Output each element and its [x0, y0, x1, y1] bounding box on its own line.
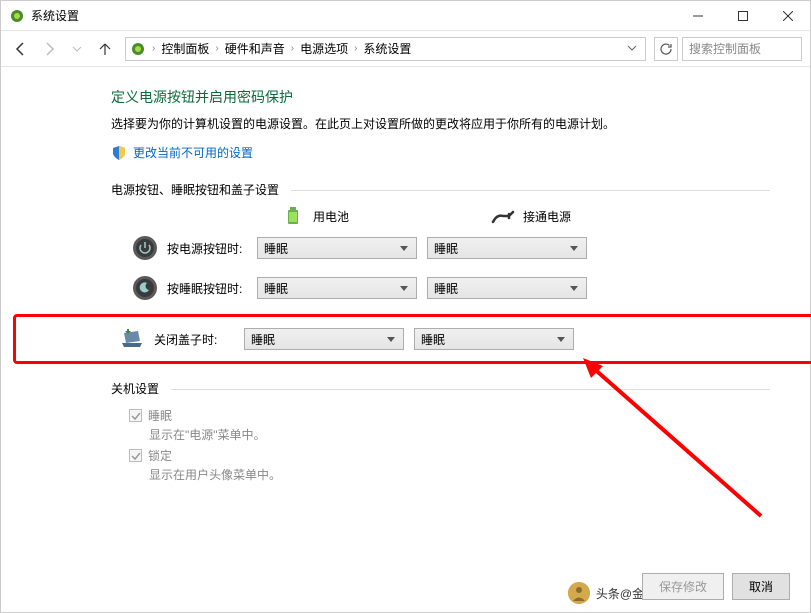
chevron-right-icon: ›: [213, 43, 220, 54]
cancel-button[interactable]: 取消: [732, 573, 790, 600]
plugged-column-header: 接通电源: [491, 206, 641, 226]
section-buttons-label: 电源按钮、睡眠按钮和盖子设置: [111, 181, 770, 198]
row-label: 按睡眠按钮时:: [167, 280, 257, 297]
row-label: 按电源按钮时:: [167, 240, 257, 257]
power-battery-dropdown[interactable]: 睡眠: [257, 237, 417, 259]
maximize-button[interactable]: [720, 1, 765, 30]
breadcrumb-item[interactable]: 控制面板: [157, 40, 213, 57]
battery-column-header: 用电池: [281, 206, 431, 226]
lid-close-row: 关闭盖子时: 睡眠 睡眠: [20, 325, 811, 353]
change-settings-link[interactable]: 更改当前不可用的设置: [111, 144, 770, 161]
breadcrumb-item[interactable]: 电源选项: [296, 40, 352, 57]
battery-icon: [281, 206, 305, 226]
app-icon: [9, 8, 25, 24]
minimize-button[interactable]: [675, 1, 720, 30]
shield-icon: [111, 145, 127, 161]
window-title: 系统设置: [31, 7, 675, 24]
chevron-right-icon: ›: [150, 43, 157, 54]
plug-icon: [491, 206, 515, 226]
up-button[interactable]: [93, 37, 117, 61]
control-panel-icon: [130, 41, 146, 57]
page-description: 选择要为你的计算机设置的电源设置。在此页上对设置所做的更改将应用于你所有的电源计…: [111, 115, 770, 134]
refresh-button[interactable]: [654, 37, 678, 61]
checkbox-label: 锁定: [148, 447, 172, 464]
sleep-button-row: 按睡眠按钮时: 睡眠 睡眠: [111, 274, 770, 302]
sleep-plugged-dropdown[interactable]: 睡眠: [427, 277, 587, 299]
checkbox-desc: 显示在"电源"菜单中。: [149, 426, 770, 443]
checkbox-label: 睡眠: [148, 407, 172, 424]
chevron-right-icon: ›: [352, 43, 359, 54]
sleep-icon: [131, 274, 159, 302]
breadcrumb-item[interactable]: 硬件和声音: [221, 40, 289, 57]
sleep-battery-dropdown[interactable]: 睡眠: [257, 277, 417, 299]
chevron-right-icon: ›: [289, 43, 296, 54]
lock-checkbox-row: 锁定 显示在用户头像菜单中。: [129, 447, 770, 483]
checkbox-desc: 显示在用户头像菜单中。: [149, 466, 770, 483]
sleep-checkbox-row: 睡眠 显示在"电源"菜单中。: [129, 407, 770, 443]
close-button[interactable]: [765, 1, 810, 30]
forward-button[interactable]: [37, 37, 61, 61]
power-icon: [131, 234, 159, 262]
recent-dropdown[interactable]: [65, 37, 89, 61]
breadcrumb-dropdown-icon[interactable]: [623, 42, 641, 56]
watermark-avatar-icon: [568, 582, 590, 604]
lid-battery-dropdown[interactable]: 睡眠: [244, 328, 404, 350]
back-button[interactable]: [9, 37, 33, 61]
section-shutdown-label: 关机设置: [111, 380, 770, 397]
laptop-lid-icon: [118, 325, 146, 353]
lock-checkbox[interactable]: [129, 449, 142, 462]
save-button[interactable]: 保存修改: [642, 573, 724, 600]
search-input[interactable]: 搜索控制面板: [682, 37, 802, 61]
breadcrumb-item[interactable]: 系统设置: [359, 40, 415, 57]
sleep-checkbox[interactable]: [129, 409, 142, 422]
highlight-annotation: 关闭盖子时: 睡眠 睡眠: [13, 314, 811, 364]
power-button-row: 按电源按钮时: 睡眠 睡眠: [111, 234, 770, 262]
page-heading: 定义电源按钮并启用密码保护: [111, 87, 770, 107]
lid-plugged-dropdown[interactable]: 睡眠: [414, 328, 574, 350]
row-label: 关闭盖子时:: [154, 331, 244, 348]
change-settings-label: 更改当前不可用的设置: [133, 144, 253, 161]
breadcrumb[interactable]: › 控制面板 › 硬件和声音 › 电源选项 › 系统设置: [125, 37, 646, 61]
power-plugged-dropdown[interactable]: 睡眠: [427, 237, 587, 259]
